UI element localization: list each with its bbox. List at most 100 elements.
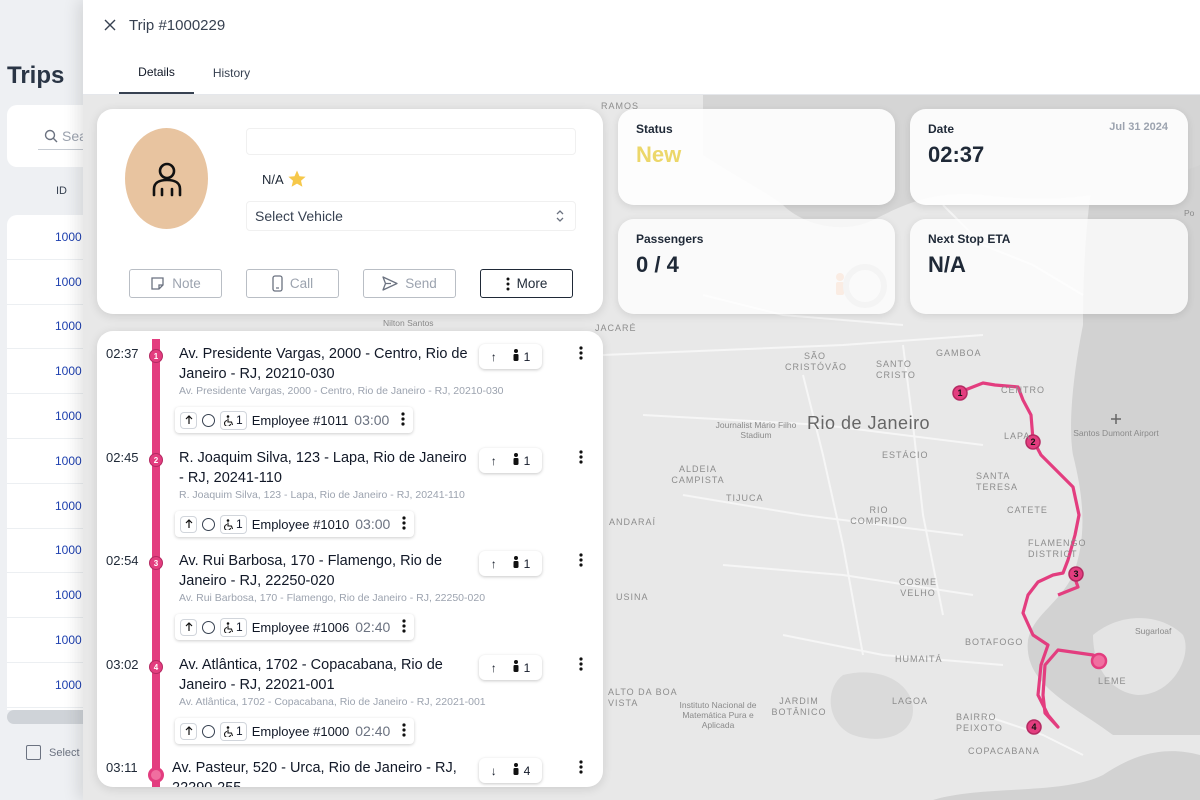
trip-id-cell[interactable]: 1000 — [55, 543, 82, 557]
more-button-label: More — [516, 276, 548, 291]
passenger-count-value: 1 — [523, 454, 531, 468]
accessibility-count: 1 — [236, 517, 243, 531]
accessibility-count: 1 — [236, 413, 243, 427]
trip-id-cell[interactable]: 1000 — [55, 499, 82, 513]
map-label-lapa: LAPA — [1004, 431, 1031, 441]
select-all[interactable]: Select — [26, 745, 80, 760]
status-circle-icon[interactable] — [202, 724, 215, 738]
select-all-label: Select — [49, 746, 80, 759]
passenger-count: 1 — [512, 349, 530, 364]
trip-id-cell[interactable]: 1000 — [55, 633, 82, 647]
tab-details[interactable]: Details — [119, 52, 194, 94]
direction-icon: ↑ — [490, 453, 497, 468]
trip-id-cell[interactable]: 1000 — [55, 409, 82, 423]
map-label-catete: CATETE — [1007, 505, 1048, 515]
stop-pickup-chip[interactable]: ↑ 1 — [479, 448, 542, 473]
direction-icon: ↑ — [490, 660, 497, 675]
passenger-count-value: 1 — [523, 350, 531, 364]
stop-marker-destination — [148, 767, 164, 783]
stop-duration: 03:00 — [354, 412, 390, 428]
stop-address-detail: Av. Rui Barbosa, 170 - Flamengo, Rio de … — [179, 592, 486, 604]
status-circle-icon[interactable] — [202, 413, 215, 427]
stop-time: 02:54 — [106, 553, 139, 568]
trip-id-cell[interactable]: 1000 — [55, 588, 82, 602]
stop-address: Av. Pasteur, 520 - Urca, Rio de Janeiro … — [172, 760, 457, 787]
stop-item[interactable]: 02:45 2 R. Joaquim Silva, 123 - Lapa, Ri… — [97, 435, 603, 539]
stop-item[interactable]: 02:54 3 Av. Rui Barbosa, 170 - Flamengo,… — [97, 538, 603, 642]
passenger-icon — [513, 556, 519, 568]
employee-chip[interactable]: 1 Employee #1011 03:00 — [175, 407, 414, 433]
more-button[interactable]: More — [480, 269, 573, 298]
map-place-po: Po — [1184, 208, 1195, 218]
stop-address-detail: R. Joaquim Silva, 123 - Lapa, Rio de Jan… — [179, 489, 465, 501]
passenger-count-value: 1 — [523, 661, 531, 675]
employee-menu-button[interactable] — [402, 722, 406, 740]
trip-id-cell[interactable]: 1000 — [55, 364, 82, 378]
tab-history[interactable]: History — [194, 52, 269, 94]
stop-address-detail: Av. Atlântica, 1702 - Copacabana, Rio de… — [179, 696, 486, 708]
search-icon — [44, 129, 58, 142]
trip-id-cell[interactable]: 1000 — [55, 319, 82, 333]
stop-menu-button[interactable] — [574, 551, 588, 569]
rating-value: N/A — [262, 171, 284, 187]
stop-item[interactable]: 03:11 Av. Pasteur, 520 - Urca, Rio de Ja… — [97, 745, 603, 787]
stop-menu-button[interactable] — [574, 448, 588, 466]
stop-item[interactable]: 02:37 1 Av. Presidente Vargas, 2000 - Ce… — [97, 331, 603, 435]
kebab-icon — [402, 722, 406, 737]
trip-id-cell[interactable]: 1000 — [55, 275, 82, 289]
driver-name-field[interactable] — [246, 128, 576, 155]
note-icon — [151, 277, 164, 290]
trip-id-cell[interactable]: 1000 — [55, 454, 82, 468]
page-title: Trips — [7, 62, 65, 89]
status-circle-icon[interactable] — [202, 620, 215, 634]
note-button[interactable]: Note — [129, 269, 222, 298]
employee-chip[interactable]: 1 Employee #1010 03:00 — [175, 511, 415, 537]
send-button[interactable]: Send — [363, 269, 456, 298]
map-label-sao-cristovao: SÃO CRISTÓVÃO — [785, 351, 848, 372]
passengers-label: Passengers — [636, 232, 704, 246]
stops-timeline: 02:37 1 Av. Presidente Vargas, 2000 - Ce… — [97, 331, 603, 787]
stop-address: Av. Presidente Vargas, 2000 - Centro, Ri… — [179, 346, 468, 382]
stop-menu-button[interactable] — [574, 344, 588, 362]
employee-menu-button[interactable] — [402, 618, 406, 636]
map-label-humaita: HUMAITÁ — [895, 654, 943, 664]
kebab-icon — [402, 515, 406, 530]
passengers-card: Passengers 0 / 4 — [618, 219, 895, 314]
vehicle-select-label: Select Vehicle — [255, 208, 343, 224]
kebab-icon — [579, 760, 583, 774]
stop-menu-button[interactable] — [574, 655, 588, 673]
stop-duration: 03:00 — [355, 516, 391, 532]
stop-address: Av. Atlântica, 1702 - Copacabana, Rio de… — [179, 657, 443, 693]
employee-chip[interactable]: 1 Employee #1000 02:40 — [175, 718, 415, 744]
map-city-label: Rio de Janeiro — [807, 413, 931, 433]
date-time-value: 02:37 — [928, 142, 985, 167]
employee-menu-button[interactable] — [401, 411, 405, 429]
stop-time: 03:11 — [106, 760, 138, 775]
employee-menu-button[interactable] — [402, 515, 406, 533]
accessibility-badge: 1 — [221, 412, 246, 429]
call-button[interactable]: Call — [246, 269, 339, 298]
trip-id-cell[interactable]: 1000 — [55, 678, 82, 692]
employee-chip[interactable]: 1 Employee #1006 02:40 — [175, 614, 415, 640]
vehicle-select[interactable]: Select Vehicle — [246, 201, 576, 231]
passenger-count: 1 — [512, 556, 530, 571]
close-button[interactable] — [101, 16, 119, 34]
kebab-icon — [402, 618, 406, 633]
stop-item[interactable]: 03:02 4 Av. Atlântica, 1702 - Copacabana… — [97, 642, 603, 746]
employee-name: Employee #1000 — [251, 723, 350, 739]
stop-pickup-chip[interactable]: ↑ 1 — [479, 344, 542, 369]
trip-id-cell[interactable]: 1000 — [55, 230, 82, 244]
stop-marker: 4 — [149, 660, 163, 674]
passenger-count: 1 — [512, 660, 530, 675]
ocean — [933, 751, 1200, 800]
status-circle-icon[interactable] — [202, 517, 215, 531]
select-all-checkbox[interactable] — [26, 745, 41, 760]
stop-dropoff-chip[interactable]: ↓ 4 — [479, 758, 542, 783]
send-icon — [382, 276, 398, 291]
driver-rating: N/A — [262, 169, 307, 189]
stop-menu-button[interactable] — [574, 758, 588, 776]
stop-pickup-chip[interactable]: ↑ 1 — [479, 655, 542, 680]
stop-pickup-chip[interactable]: ↑ 1 — [479, 551, 542, 576]
person-icon — [152, 162, 181, 196]
map-label-andarai: ANDARAÍ — [609, 517, 657, 527]
